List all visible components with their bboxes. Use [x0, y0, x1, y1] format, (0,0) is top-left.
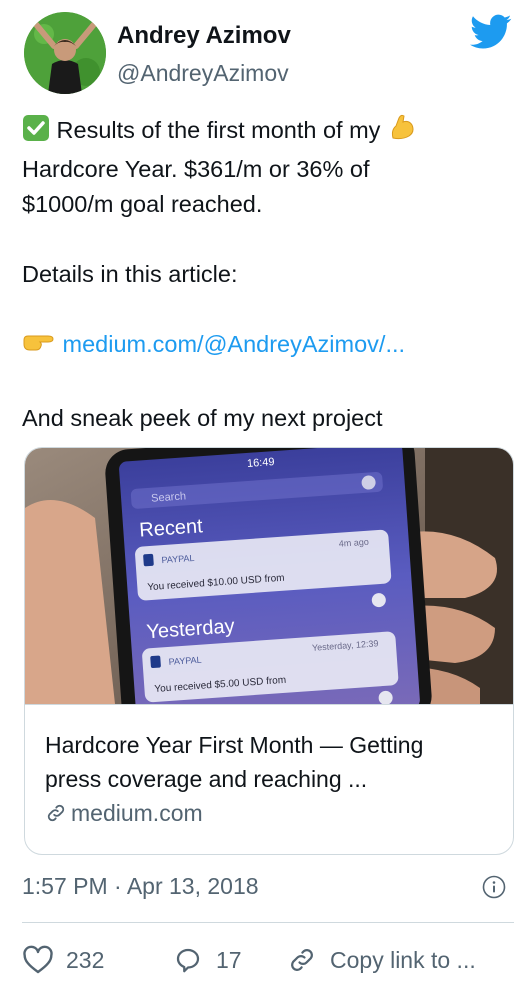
- phone-recent-heading: Recent: [139, 515, 204, 541]
- card-title[interactable]: Hardcore Year First Month — Getting pres…: [45, 728, 500, 796]
- tweet-header: Andrey Azimov @AndreyAzimov: [22, 10, 514, 100]
- tweet-line-1: Results of the first month of my: [22, 112, 512, 152]
- action-bar: 232 17 Copy link to ...: [22, 940, 514, 980]
- tweet-text: Results of the first month of my Hardcor…: [22, 112, 512, 436]
- phone-notif1-time: 4m ago: [338, 537, 369, 549]
- footer-divider: [22, 922, 514, 923]
- twitter-bird-icon[interactable]: [470, 14, 512, 50]
- reply-count: 17: [216, 946, 242, 973]
- author-handle[interactable]: @AndreyAzimov: [117, 60, 289, 87]
- tweet-sneak-peek: And sneak peek of my next project: [22, 405, 383, 431]
- card-title-line-2: press coverage and reaching ...: [45, 766, 368, 792]
- card-title-line-1: Hardcore Year First Month — Getting: [45, 732, 424, 758]
- author-name[interactable]: Andrey Azimov: [117, 22, 291, 50]
- copy-link-button[interactable]: Copy link to ...: [286, 940, 476, 980]
- like-button[interactable]: 232: [22, 940, 104, 980]
- phone-search-placeholder: Search: [151, 490, 187, 504]
- check-mark-icon: [22, 114, 50, 152]
- tweet-line-3: $1000/m goal reached.: [22, 191, 263, 217]
- card-divider: [25, 704, 513, 705]
- link-icon: [47, 804, 65, 822]
- pointing-hand-icon: [22, 330, 56, 366]
- article-link[interactable]: medium.com/@AndreyAzimov/...: [63, 331, 406, 357]
- like-count: 232: [66, 946, 105, 973]
- card-domain[interactable]: medium.com: [45, 800, 203, 827]
- flexed-biceps-icon: [387, 112, 417, 152]
- tweet-line-2: Hardcore Year. $361/m or 36% of: [22, 156, 370, 182]
- link-icon: [291, 949, 313, 971]
- copy-link-label: Copy link to ...: [330, 946, 476, 973]
- link-card[interactable]: 16:49 Search Recent PAYPAL 4m ago You re…: [24, 447, 514, 855]
- card-domain-text: medium.com: [71, 800, 203, 826]
- tweet-timestamp[interactable]: 1:57 PM · Apr 13, 2018: [22, 873, 259, 900]
- heart-icon: [23, 945, 53, 974]
- phone-time: 16:49: [247, 456, 275, 470]
- tweet-details: Details in this article:: [22, 261, 238, 287]
- reply-button[interactable]: 17: [172, 940, 242, 980]
- tweet-link-line: medium.com/@AndreyAzimov/...: [22, 327, 512, 366]
- reply-bubble-icon: [176, 948, 200, 973]
- tweet-line-1-text: Results of the first month of my: [56, 117, 381, 143]
- avatar[interactable]: [24, 12, 106, 94]
- card-image[interactable]: 16:49 Search Recent PAYPAL 4m ago You re…: [25, 448, 513, 704]
- info-icon[interactable]: [482, 875, 506, 899]
